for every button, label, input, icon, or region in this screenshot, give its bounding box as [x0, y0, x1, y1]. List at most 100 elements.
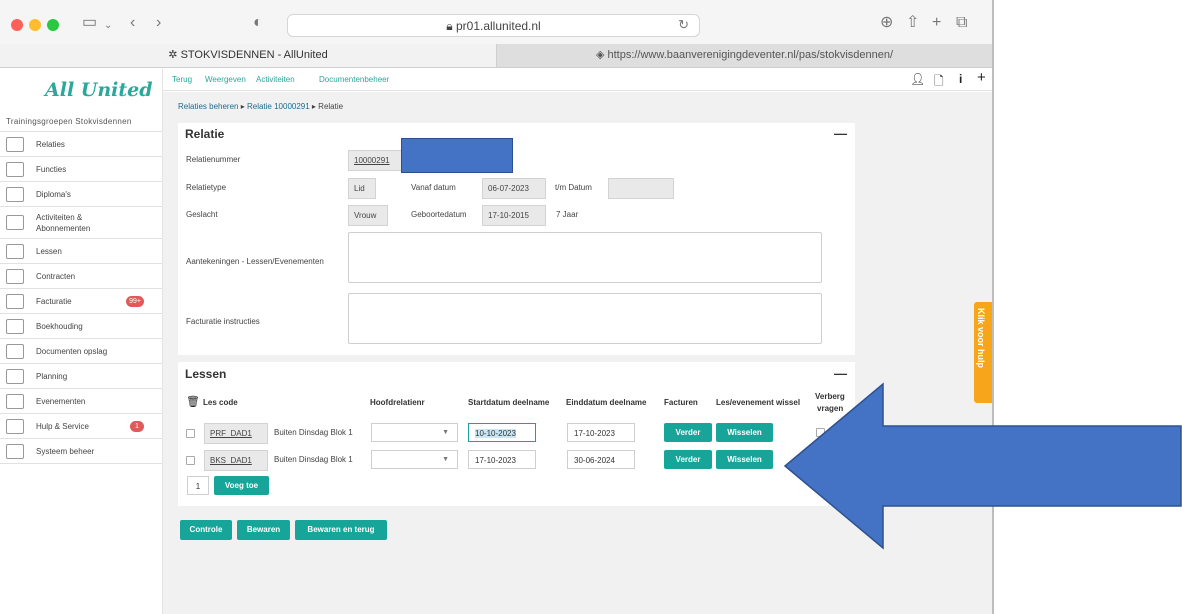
- relatietype-field: Lid: [348, 178, 376, 199]
- nav-documentenbeheer[interactable]: Documentenbeheer: [319, 75, 389, 84]
- facturatie-instructies-label: Facturatie instructies: [186, 317, 260, 326]
- back-icon[interactable]: ‹: [130, 13, 135, 33]
- geslacht-label: Geslacht: [186, 210, 218, 219]
- geboortedatum-label: Geboortedatum: [411, 210, 467, 219]
- reload-icon[interactable]: ↻: [678, 17, 689, 33]
- nav-activiteiten[interactable]: Activiteiten: [256, 75, 295, 84]
- verder-button[interactable]: Verder: [664, 423, 712, 442]
- sidebar-item-label: Evenementen: [36, 396, 86, 406]
- forward-icon[interactable]: ›: [156, 13, 161, 33]
- panel-title: Lessen: [185, 367, 227, 381]
- sidebar-item-relaties[interactable]: Relaties: [0, 132, 162, 157]
- browser-toolbar: ▭ ⌄ ‹ › ◐ 🔒︎ pr01.allunited.nl ↻ ⊕ ⇧ + ⧉: [0, 0, 992, 44]
- sidebar: All United Trainingsgroepen Stokvisdenne…: [0, 69, 163, 614]
- tab-baanvereniging[interactable]: ◈ https://www.baanverenigingdeventer.nl/…: [496, 44, 992, 67]
- row-select-checkbox[interactable]: [186, 456, 195, 465]
- hoofdrelatie-select[interactable]: ▼: [371, 450, 458, 469]
- voeg-toe-button[interactable]: Voeg toe: [214, 476, 269, 495]
- lessons-icon: [6, 243, 24, 259]
- sidebar-item-activiteiten[interactable]: Activiteiten & Abonnementen: [0, 207, 162, 239]
- notification-badge: 1: [130, 421, 144, 432]
- wisselen-button[interactable]: Wisselen: [716, 423, 773, 442]
- label-line-1: Activiteiten &: [36, 212, 83, 222]
- privacy-shield-icon[interactable]: ◐: [253, 13, 263, 33]
- download-icon[interactable]: ⊕: [880, 13, 893, 33]
- gear-icon: [6, 443, 24, 459]
- lock-icon: 🔒︎: [446, 19, 456, 33]
- add-count-input[interactable]: 1: [187, 476, 209, 495]
- controle-button[interactable]: Controle: [180, 520, 232, 540]
- verder-button[interactable]: Verder: [664, 450, 712, 469]
- trash-icon[interactable]: 🗑︎: [186, 395, 200, 408]
- info-icon[interactable]: i: [959, 72, 962, 86]
- sidebar-item-lessen[interactable]: Lessen: [0, 239, 162, 264]
- redaction-box: [401, 138, 513, 173]
- user-icon[interactable]: 👤︎: [910, 72, 925, 86]
- nav-terug[interactable]: Terug: [172, 75, 192, 84]
- document-icon[interactable]: 🗋: [934, 72, 944, 93]
- row-select-checkbox[interactable]: [186, 429, 195, 438]
- sidebar-item-systeem[interactable]: Systeem beheer: [0, 439, 162, 464]
- close-window-button[interactable]: [11, 19, 23, 31]
- top-navigation: Terug Weergeven Activiteiten Documentenb…: [163, 69, 992, 91]
- sidebar-item-label: Diploma's: [36, 189, 71, 199]
- nav-weergeven[interactable]: Weergeven: [205, 75, 246, 84]
- allunited-logo[interactable]: All United: [45, 79, 153, 101]
- breadcrumb-relatie-nummer[interactable]: Relatie 10000291: [247, 102, 310, 111]
- facturatie-instructies-textarea[interactable]: [348, 293, 822, 344]
- sidebar-item-label: Documenten opslag: [36, 346, 108, 356]
- collapse-lessen-button[interactable]: —: [834, 366, 847, 381]
- wisselen-button[interactable]: Wisselen: [716, 450, 773, 469]
- collapse-relatie-button[interactable]: —: [834, 126, 847, 141]
- aantekeningen-label: Aantekeningen - Lessen/Evenementen: [186, 257, 324, 266]
- sidebar-item-documenten[interactable]: Documenten opslag: [0, 339, 162, 364]
- startdatum-input[interactable]: 17-10-2023: [468, 450, 536, 469]
- planning-icon: [6, 368, 24, 384]
- startdatum-input[interactable]: 10-10-2023: [468, 423, 536, 442]
- minimize-window-button[interactable]: [29, 19, 41, 31]
- einddatum-input[interactable]: 17-10-2023: [567, 423, 635, 442]
- tab-overview-icon[interactable]: ⧉: [956, 13, 967, 33]
- sidebar-item-facturatie[interactable]: Facturatie 99+: [0, 289, 162, 314]
- sidebar-item-planning[interactable]: Planning: [0, 364, 162, 389]
- les-code-field: BKS_DAD1: [204, 450, 268, 471]
- sidebar-item-boekhouding[interactable]: Boekhouding: [0, 314, 162, 339]
- address-bar[interactable]: 🔒︎ pr01.allunited.nl ↻: [287, 14, 700, 37]
- sidebar-item-functies[interactable]: Functies: [0, 157, 162, 182]
- breadcrumb-separator: ▸: [311, 102, 316, 111]
- tm-datum-field: [608, 178, 674, 199]
- site-favicon-icon: ✲: [168, 49, 181, 61]
- sidebar-item-contracten[interactable]: Contracten: [0, 264, 162, 289]
- les-code-value[interactable]: PRF_DAD1: [210, 429, 252, 438]
- einddatum-input[interactable]: 30-06-2024: [567, 450, 635, 469]
- sidebar-item-label: Functies: [36, 164, 67, 174]
- chevron-down-icon[interactable]: ⌄: [104, 16, 112, 36]
- folder-icon: [6, 343, 24, 359]
- leeftijd-value: 7 Jaar: [556, 210, 579, 219]
- hoofdrelatie-select[interactable]: ▼: [371, 423, 458, 442]
- sidebar-toggle-icon[interactable]: ▭: [82, 13, 97, 33]
- bewaren-button[interactable]: Bewaren: [237, 520, 290, 540]
- zoom-window-button[interactable]: [47, 19, 59, 31]
- plus-icon[interactable]: +: [977, 69, 986, 86]
- aantekeningen-textarea[interactable]: [348, 232, 822, 283]
- header-les-code: Les code: [203, 398, 238, 407]
- share-icon[interactable]: ⇧: [906, 13, 919, 33]
- sidebar-item-label: Facturatie: [36, 296, 72, 306]
- bewaren-en-terug-button[interactable]: Bewaren en terug: [295, 520, 387, 540]
- sidebar-item-diplomas[interactable]: Diploma's: [0, 182, 162, 207]
- les-name: Buiten Dinsdag Blok 1: [274, 455, 353, 464]
- breadcrumb-relaties-beheren[interactable]: Relaties beheren: [178, 102, 238, 111]
- sidebar-item-label: Relaties: [36, 139, 65, 149]
- sidebar-item-evenementen[interactable]: Evenementen: [0, 389, 162, 414]
- sidebar-item-hulp[interactable]: Hulp & Service 1: [0, 414, 162, 439]
- sidebar-item-label: Hulp & Service: [36, 421, 89, 431]
- url-text: pr01.allunited.nl: [455, 19, 541, 33]
- header-startdatum: Startdatum deelname: [468, 398, 550, 407]
- breadcrumb-separator: ▸: [240, 102, 245, 111]
- arrow-shape: [783, 382, 1182, 550]
- tab-stokvisdennen[interactable]: ✲ STOKVISDENNEN - AllUnited: [0, 44, 496, 67]
- les-code-value[interactable]: BKS_DAD1: [210, 456, 252, 465]
- new-tab-icon[interactable]: +: [932, 13, 941, 33]
- relatietype-label: Relatietype: [186, 183, 227, 192]
